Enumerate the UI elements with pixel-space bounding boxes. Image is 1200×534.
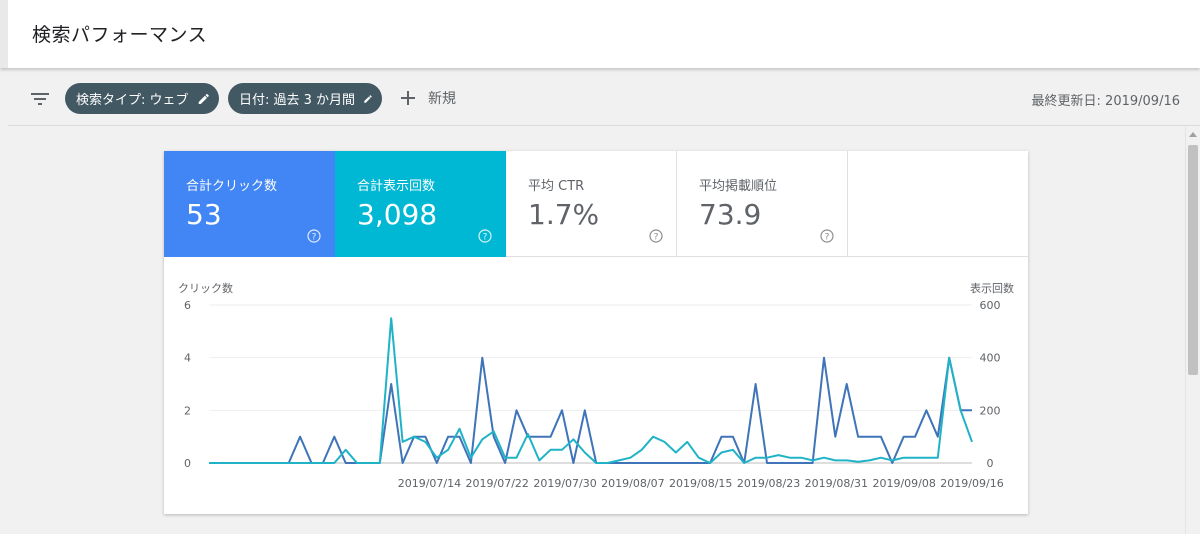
right-tick-label: 0 (987, 457, 994, 470)
filter-toolbar: 検索タイプ: ウェブ 日付: 過去 3 か月間 新規 最終更新日: 2019/0… (8, 70, 1200, 126)
add-filter-button[interactable]: 新規 (400, 86, 456, 110)
metric-label: 合計クリック数 (186, 179, 278, 194)
performance-chart: クリック数 表示回数 0 2 4 6 0 200 400 600 2019/07/14 2019/… (164, 257, 1028, 514)
scrollbar[interactable] (1185, 127, 1200, 534)
metric-total-impressions[interactable]: 合計表示回数 3,098 ? (335, 151, 506, 257)
metric-value: 1.7% (528, 198, 600, 231)
performance-chart-svg: クリック数 表示回数 0 2 4 6 0 200 400 600 2019/07/14 2019/… (178, 281, 1014, 490)
left-tick-label: 2 (184, 404, 191, 417)
left-tick-label: 4 (184, 352, 191, 365)
svg-text:?: ? (654, 232, 659, 242)
page-title: 検索パフォーマンス (32, 24, 208, 46)
svg-text:?: ? (825, 232, 830, 242)
x-tick-label: 2019/07/14 (398, 477, 461, 490)
add-filter-label: 新規 (428, 91, 456, 107)
metric-average-ctr[interactable]: 平均 CTR 1.7% ? (506, 151, 677, 257)
date-range-chip[interactable]: 日付: 過去 3 か月間 (228, 83, 382, 114)
metric-average-position[interactable]: 平均掲載順位 73.9 ? (677, 151, 848, 257)
metric-label: 平均 CTR (528, 179, 585, 194)
right-tick-label: 600 (980, 299, 1001, 312)
metric-label: 平均掲載順位 (699, 179, 778, 194)
scrollbar-thumb[interactable] (1188, 145, 1198, 375)
x-tick-label: 2019/08/15 (669, 477, 732, 490)
left-tick-label: 6 (184, 299, 191, 312)
performance-card: 合計クリック数 53 ? 合計表示回数 3,098 ? 平均 CTR 1.7% … (164, 151, 1028, 514)
x-tick-label: 2019/09/08 (872, 477, 935, 490)
plus-icon (401, 91, 415, 105)
x-tick-label: 2019/07/30 (533, 477, 596, 490)
x-tick-label: 2019/08/31 (805, 477, 868, 490)
right-axis-label: 表示回数 (970, 281, 1014, 295)
metric-label: 合計表示回数 (357, 179, 436, 194)
help-icon[interactable]: ? (649, 229, 663, 243)
search-type-chip[interactable]: 検索タイプ: ウェブ (65, 83, 219, 114)
help-icon[interactable]: ? (478, 229, 492, 243)
metric-value: 3,098 (357, 198, 438, 231)
search-type-chip-label: 検索タイプ: ウェブ (76, 93, 189, 108)
x-tick-label: 2019/07/22 (466, 477, 529, 490)
right-tick-label: 400 (980, 352, 1001, 365)
left-axis-label: クリック数 (178, 282, 233, 295)
pencil-icon (198, 93, 209, 104)
filter-icon[interactable] (28, 87, 52, 111)
last-updated-text: 最終更新日: 2019/09/16 (1031, 94, 1180, 109)
svg-text:?: ? (483, 232, 488, 242)
right-tick-label: 200 (980, 404, 1001, 417)
metric-total-clicks[interactable]: 合計クリック数 53 ? (164, 151, 335, 257)
scroll-up-arrow-icon[interactable] (1189, 132, 1197, 137)
help-icon[interactable]: ? (820, 229, 834, 243)
help-icon[interactable]: ? (307, 229, 321, 243)
page-header: 検索パフォーマンス (0, 0, 1200, 68)
metric-value: 73.9 (699, 198, 762, 231)
x-tick-label: 2019/08/23 (737, 477, 800, 490)
pencil-icon (364, 94, 372, 103)
x-tick-label: 2019/08/07 (601, 477, 664, 490)
date-range-chip-label: 日付: 過去 3 か月間 (239, 93, 356, 108)
svg-text:?: ? (312, 232, 317, 242)
left-tick-label: 0 (184, 457, 191, 470)
x-tick-label: 2019/09/16 (940, 477, 1003, 490)
metric-row-filler (847, 151, 1028, 257)
metric-value: 53 (186, 198, 222, 231)
